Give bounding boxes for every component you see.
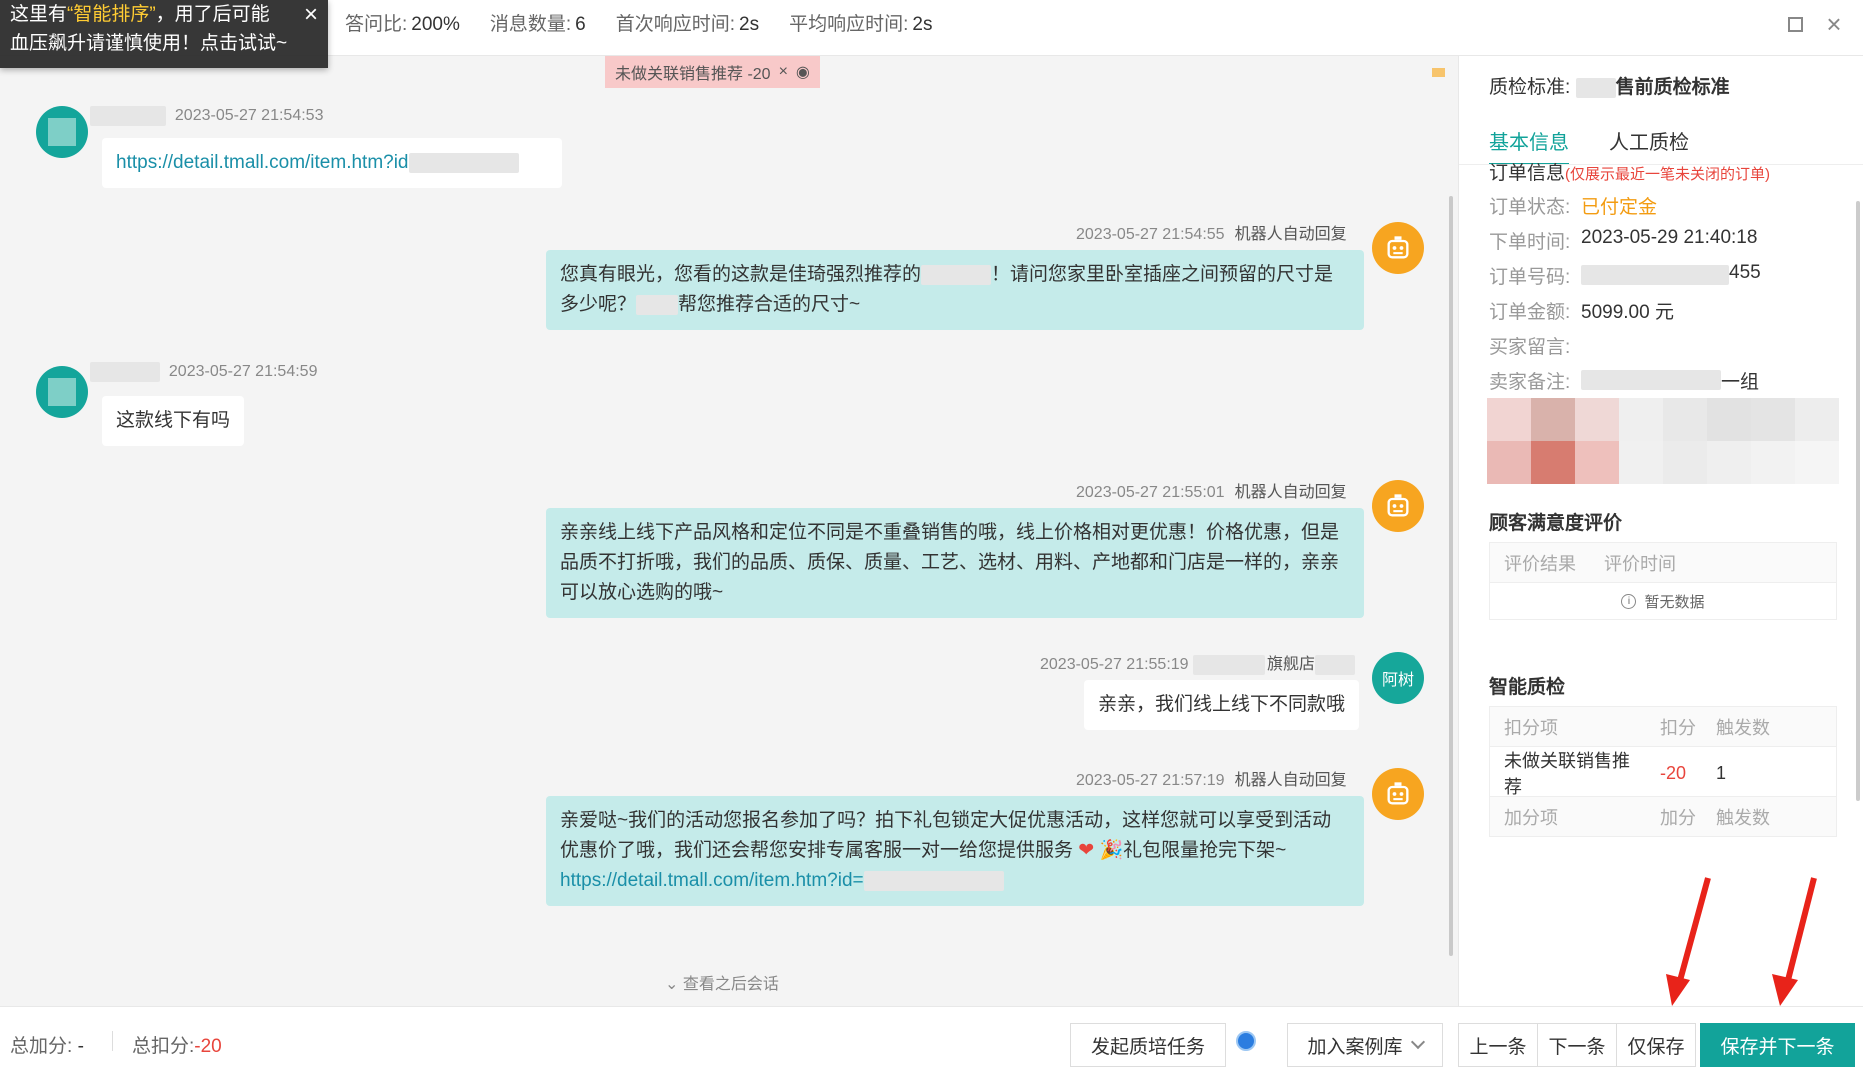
stat-first-response: 首次响应时间: 2s bbox=[615, 13, 760, 35]
message-bubble-robot: 亲亲线上线下产品风格和定位不同是不重叠销售的哦，线上价格相对更优惠！价格优惠，但… bbox=[546, 508, 1364, 618]
order-status: 订单状态: 已付定金 bbox=[1489, 197, 1658, 218]
stat-message-count: 消息数量: 6 bbox=[489, 13, 586, 35]
smart-sort-toast[interactable]: 这里有“智能排序”，用了后可能 血压飙升请谨慎使用！点击试试~ × bbox=[0, 0, 328, 68]
order-time: 下单时间: 2023-05-29 21:40:18 bbox=[1489, 227, 1758, 253]
annotation-arrow bbox=[1666, 877, 1711, 1006]
heart-icon: ❤ bbox=[1078, 840, 1095, 861]
message-bubble-robot: 您真有眼光，您看的这款是佳琦强烈推荐的 ！请问您家里卧室插座之间预留的尺寸是多少呢… bbox=[546, 250, 1364, 330]
next-button[interactable]: 下一条 bbox=[1537, 1023, 1617, 1067]
message-meta: 2023-05-27 21:57:19 机器人自动回复 bbox=[1076, 772, 1347, 789]
save-only-button[interactable]: 仅保存 bbox=[1616, 1023, 1696, 1067]
help-icon[interactable] bbox=[1236, 1031, 1256, 1051]
message-meta: 2023-05-27 21:54:53 bbox=[90, 106, 323, 126]
view-later-sessions-link[interactable]: ⌄ 查看之后会话 bbox=[665, 970, 779, 994]
smart-qc-title: 智能质检 bbox=[1489, 677, 1566, 698]
message-bubble-robot: 亲爱哒~我们的活动您报名参加了吗？拍下礼包锁定大促优惠活动，这样您就可以享受到活… bbox=[546, 796, 1364, 906]
chat-area: 未做关联销售推荐 -20 × ◉ 2023-05-27 21:54:53 htt… bbox=[0, 56, 1458, 1006]
buyer-message: 买家留言: bbox=[1489, 337, 1571, 358]
customer-avatar bbox=[36, 366, 88, 418]
stat-answer-ratio: 答问比: 200% bbox=[345, 13, 460, 35]
total-add-score: 总加分: - bbox=[10, 1036, 84, 1057]
deduct-tag[interactable]: 未做关联销售推荐 -20 × ◉ bbox=[605, 56, 820, 88]
robot-avatar bbox=[1372, 480, 1424, 532]
eye-icon[interactable]: ◉ bbox=[796, 62, 810, 82]
add-to-case-library-button[interactable]: 加入案例库 bbox=[1287, 1023, 1443, 1067]
customer-avatar bbox=[36, 106, 88, 158]
save-and-next-button[interactable]: 保存并下一条 bbox=[1700, 1023, 1855, 1067]
message-meta: 2023-05-27 21:54:55 机器人自动回复 bbox=[1076, 226, 1347, 243]
robot-avatar bbox=[1372, 768, 1424, 820]
toast-line-1: 这里有“智能排序”，用了后可能 bbox=[10, 4, 270, 25]
previous-button[interactable]: 上一条 bbox=[1458, 1023, 1538, 1067]
toast-close-icon[interactable]: × bbox=[304, 0, 318, 29]
stat-avg-response: 平均响应时间: 2s bbox=[789, 13, 933, 35]
tag-close-icon[interactable]: × bbox=[779, 63, 788, 81]
qc-standard: 质检标准: 售前质检标准 bbox=[1489, 77, 1730, 98]
toast-line-2: 血压飙升请谨慎使用！点击试试~ bbox=[10, 33, 288, 54]
scroll-marker bbox=[1432, 68, 1445, 77]
divider bbox=[112, 1031, 113, 1051]
close-icon[interactable]: × bbox=[1822, 9, 1846, 39]
order-amount: 订单金额: 5099.00 元 bbox=[1489, 302, 1674, 323]
agent-avatar: 阿树 bbox=[1372, 652, 1424, 704]
total-deduct-score: 总扣分:-20 bbox=[132, 1036, 222, 1057]
panel-scrollbar[interactable] bbox=[1856, 201, 1860, 801]
maximize-icon[interactable] bbox=[1783, 12, 1807, 36]
satisfaction-table: 评价结果 评价时间 i 暂无数据 bbox=[1489, 542, 1837, 620]
table-header: 加分项 加分 触发数 bbox=[1490, 797, 1836, 837]
table-header: 评价结果 评价时间 bbox=[1490, 543, 1836, 583]
bottom-bar: 总加分: - 总扣分:-20 发起质培任务 加入案例库 上一条 下一条 仅保存 … bbox=[0, 1006, 1863, 1074]
chevron-down-icon bbox=[1410, 1034, 1425, 1050]
message-bubble-customer: 这款线下有吗 bbox=[102, 396, 245, 446]
info-icon: i bbox=[1621, 593, 1637, 609]
promo-link[interactable]: http bbox=[560, 870, 592, 891]
order-info-title: 订单信息(仅展示最近一笔未关闭的订单) bbox=[1489, 163, 1771, 184]
order-number: 订单号码: 455 bbox=[1489, 262, 1761, 288]
smart-qc-table: 扣分项 扣分 触发数 未做关联销售推荐 -20 1 bbox=[1489, 706, 1837, 800]
annotation-arrow bbox=[1772, 877, 1817, 1006]
message-bubble-agent: 亲亲，我们线上线下不同款哦 bbox=[1084, 680, 1360, 730]
chat-scrollbar[interactable] bbox=[1449, 196, 1453, 956]
satisfaction-title: 顾客满意度评价 bbox=[1489, 513, 1623, 534]
party-icon: 🎉 bbox=[1099, 840, 1124, 861]
product-link[interactable]: https://detail.tmall.com/item.htm?id bbox=[116, 152, 409, 173]
session-stats: 答问比: 200% 消息数量: 6 首次响应时间: 2s 平均响应时间: 2s bbox=[345, 0, 932, 44]
robot-icon bbox=[1387, 494, 1409, 517]
robot-icon bbox=[1387, 782, 1409, 805]
message-meta: 2023-05-27 21:54:59 bbox=[90, 362, 317, 382]
bonus-table: 加分项 加分 触发数 bbox=[1489, 796, 1837, 837]
robot-avatar bbox=[1372, 222, 1424, 274]
message-meta: 2023-05-27 21:55:19 旗舰店 bbox=[1040, 650, 1356, 675]
seller-note: 卖家备注: 一组 bbox=[1489, 370, 1760, 393]
robot-icon bbox=[1387, 236, 1409, 259]
message-meta: 2023-05-27 21:55:01 机器人自动回复 bbox=[1076, 484, 1347, 501]
inspection-panel: 质检标准: 售前质检标准 基本信息 人工质检 订单信息(仅展示最近一笔未关闭的订… bbox=[1458, 56, 1863, 1006]
table-row[interactable]: 未做关联销售推荐 -20 1 bbox=[1490, 747, 1836, 799]
start-training-button[interactable]: 发起质培任务 bbox=[1070, 1023, 1226, 1067]
empty-state: i 暂无数据 bbox=[1490, 583, 1836, 619]
message-bubble-customer: https://detail.tmall.com/item.htm?id bbox=[102, 138, 562, 188]
deduct-tag-label: 未做关联销售推荐 -20 bbox=[615, 66, 771, 83]
table-header: 扣分项 扣分 触发数 bbox=[1490, 707, 1836, 747]
product-thumbnail-blurred bbox=[1487, 398, 1839, 484]
promo-link-cont[interactable]: s://detail.tmall.com/item.htm?id= bbox=[592, 870, 864, 891]
